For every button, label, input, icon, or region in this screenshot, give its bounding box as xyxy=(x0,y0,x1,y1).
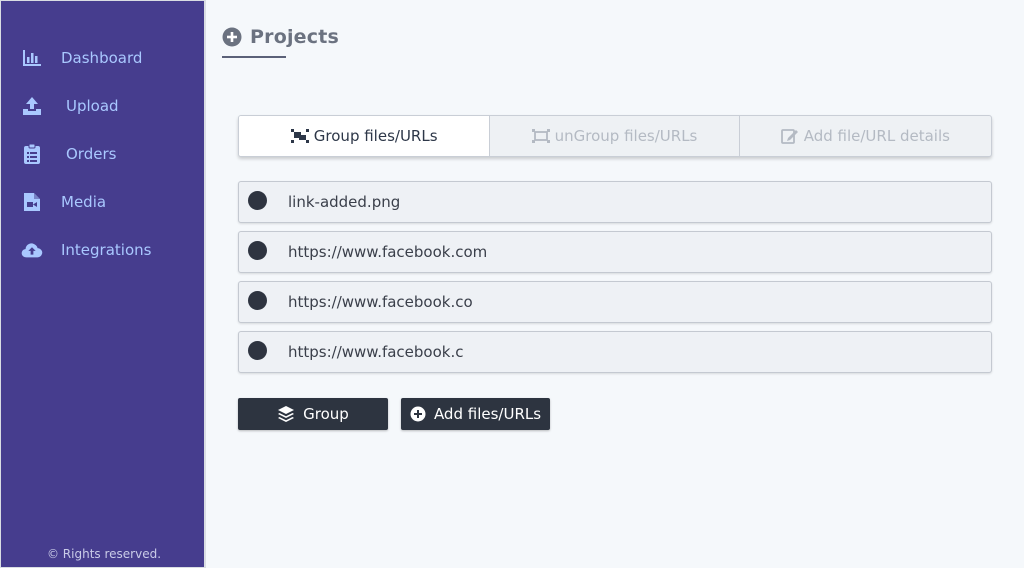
tab-ungroup-files[interactable]: unGroup files/URLs xyxy=(490,116,740,156)
tab-group-files[interactable]: Group files/URLs xyxy=(239,116,491,156)
object-ungroup-icon xyxy=(531,129,550,143)
list-item: link-added.png xyxy=(238,181,992,223)
upload-icon xyxy=(21,95,43,117)
sidebar-item-label: Orders xyxy=(66,145,117,163)
sidebar-item-orders[interactable]: Orders xyxy=(21,142,116,166)
page-header: Projects xyxy=(222,26,339,48)
radio-dot[interactable] xyxy=(248,191,267,210)
tab-bar: Group files/URLs unGroup files/URLs Add … xyxy=(238,115,992,157)
radio-dot[interactable] xyxy=(248,241,267,260)
radio-dot[interactable] xyxy=(248,341,267,360)
plus-circle-icon xyxy=(410,406,426,422)
tab-label: unGroup files/URLs xyxy=(554,127,698,145)
sidebar-item-upload[interactable]: Upload xyxy=(21,94,119,118)
radio-dot[interactable] xyxy=(248,291,267,310)
group-button-label: Group xyxy=(303,405,349,423)
add-files-button-label: Add files/URLs xyxy=(433,405,542,423)
item-text: https://www.facebook.co xyxy=(288,293,473,311)
sidebar-item-media[interactable]: Media xyxy=(21,190,106,214)
object-group-icon xyxy=(290,129,309,143)
list-item: https://www.facebook.com xyxy=(238,231,992,273)
add-files-button[interactable]: Add files/URLs xyxy=(401,398,550,430)
chart-bar-icon xyxy=(21,47,43,69)
tab-label: Group files/URLs xyxy=(313,127,438,145)
sidebar-item-label: Media xyxy=(61,193,107,211)
page-title: Projects xyxy=(250,26,340,48)
plus-circle-icon[interactable] xyxy=(222,27,242,47)
layer-group-icon xyxy=(277,405,295,423)
item-text: https://www.facebook.com xyxy=(288,243,488,261)
item-text: link-added.png xyxy=(288,193,401,211)
item-text: https://www.facebook.c xyxy=(288,343,464,361)
edit-icon xyxy=(780,128,799,144)
file-video-icon xyxy=(21,191,43,213)
cloud-upload-icon xyxy=(21,239,43,261)
tab-label: Add file/URL details xyxy=(803,127,950,145)
list-item: https://www.facebook.co xyxy=(238,281,992,323)
title-underline xyxy=(222,56,286,58)
list-item: https://www.facebook.c xyxy=(238,331,992,373)
sidebar-item-label: Upload xyxy=(66,97,119,115)
tab-add-details[interactable]: Add file/URL details xyxy=(740,116,991,156)
sidebar-item-dashboard[interactable]: Dashboard xyxy=(21,46,142,70)
sidebar-item-label: Integrations xyxy=(61,241,152,259)
sidebar: Dashboard Upload Orders Media Integratio… xyxy=(0,0,206,568)
clipboard-list-icon xyxy=(21,143,43,165)
sidebar-item-label: Dashboard xyxy=(61,49,143,67)
footer-copyright: © Rights reserved. xyxy=(46,547,162,561)
group-button[interactable]: Group xyxy=(238,398,388,430)
sidebar-item-integrations[interactable]: Integrations xyxy=(21,238,151,262)
